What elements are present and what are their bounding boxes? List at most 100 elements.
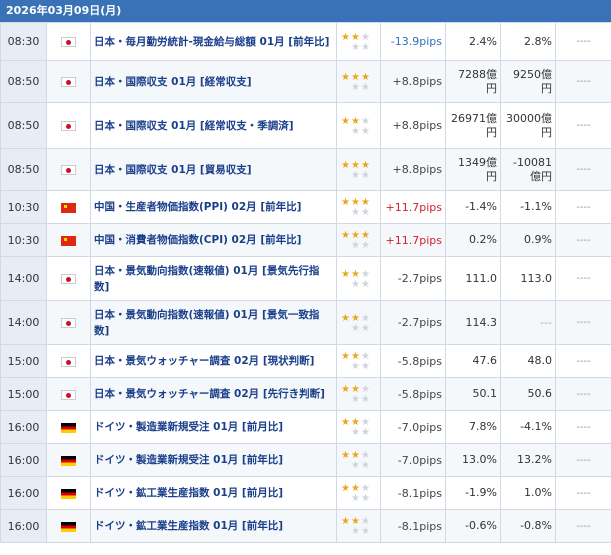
result-placeholder: ----	[555, 60, 611, 103]
actual-value: -1.9%	[445, 476, 501, 510]
country-flag-cell	[46, 22, 91, 61]
calendar-row[interactable]: 14:00 日本・景気動向指数(速報値) 01月 [景気一致指数] ★ ★ ★ ★ ★ -2.…	[0, 300, 611, 345]
event-name-link[interactable]: ドイツ・製造業新規受注 01月 [前月比]	[90, 410, 337, 444]
importance-stars: ★ ★ ★ ★ ★	[336, 102, 381, 149]
event-time: 15:00	[0, 377, 47, 411]
star-filled-icon: ★	[351, 159, 360, 171]
japan-flag-icon	[61, 356, 76, 367]
calendar-row[interactable]: 15:00 日本・景気ウォッチャー調査 02月 [現状判断] ★ ★ ★ ★ ★ -5.8pi…	[0, 344, 611, 378]
country-flag-cell	[46, 476, 91, 510]
event-time: 16:00	[0, 476, 47, 510]
star-filled-icon: ★	[341, 516, 350, 527]
star-filled-icon: ★	[341, 31, 350, 43]
event-name-link[interactable]: 日本・景気動向指数(速報値) 01月 [景気一致指数]	[90, 300, 337, 345]
star-filled-icon: ★	[351, 115, 360, 127]
country-flag-cell	[46, 509, 91, 543]
star-filled-icon: ★	[341, 417, 350, 428]
event-name-link[interactable]: 日本・景気ウォッチャー調査 02月 [現状判断]	[90, 344, 337, 378]
calendar-row[interactable]: 10:30 中国・消費者物価指数(CPI) 02月 [前年比] ★ ★ ★ ★ ★ +11.7…	[0, 223, 611, 257]
star-empty-icon: ★	[361, 312, 370, 324]
star-empty-icon: ★	[351, 427, 360, 438]
forecast-value: ---	[500, 300, 556, 345]
calendar-row[interactable]: 15:00 日本・景気ウォッチャー調査 02月 [先行き判断] ★ ★ ★ ★ ★ -5.8p…	[0, 377, 611, 411]
forecast-value: -0.8%	[500, 509, 556, 543]
star-empty-icon: ★	[351, 322, 360, 334]
calendar-row[interactable]: 14:00 日本・景気動向指数(速報値) 01月 [景気先行指数] ★ ★ ★ ★ ★ -2.…	[0, 256, 611, 301]
star-empty-icon: ★	[361, 394, 370, 405]
importance-stars: ★ ★ ★ ★ ★	[336, 344, 381, 378]
importance-stars: ★ ★ ★ ★ ★	[336, 443, 381, 477]
event-time: 16:00	[0, 410, 47, 444]
pips-move: -7.0pips	[380, 410, 446, 444]
event-name-link[interactable]: 日本・景気ウォッチャー調査 02月 [先行き判断]	[90, 377, 337, 411]
importance-stars: ★ ★ ★ ★ ★	[336, 256, 381, 301]
germany-flag-icon	[61, 488, 76, 499]
actual-value: 50.1	[445, 377, 501, 411]
forecast-value: 113.0	[500, 256, 556, 301]
star-empty-icon: ★	[351, 394, 360, 405]
country-flag-cell	[46, 223, 91, 257]
star-empty-icon: ★	[361, 115, 370, 127]
star-empty-icon: ★	[361, 41, 370, 53]
calendar-row[interactable]: 16:00 ドイツ・鉱工業生産指数 01月 [前年比] ★ ★ ★ ★ ★ -8.1pips -…	[0, 509, 611, 543]
event-name-link[interactable]: ドイツ・鉱工業生産指数 01月 [前月比]	[90, 476, 337, 510]
calendar-row[interactable]: 08:50 日本・国際収支 01月 [貿易収支] ★ ★ ★ ★ ★ +8.8pips 1349…	[0, 148, 611, 191]
star-empty-icon: ★	[361, 322, 370, 334]
country-flag-cell	[46, 148, 91, 191]
country-flag-cell	[46, 102, 91, 149]
event-name-link[interactable]: 中国・消費者物価指数(CPI) 02月 [前年比]	[90, 223, 337, 257]
star-empty-icon: ★	[351, 361, 360, 372]
forecast-value: 1.0%	[500, 476, 556, 510]
forecast-value: 2.8%	[500, 22, 556, 61]
forecast-value: -1.1%	[500, 190, 556, 224]
event-name-link[interactable]: 中国・生産者物価指数(PPI) 02月 [前年比]	[90, 190, 337, 224]
japan-flag-icon	[61, 389, 76, 400]
calendar-row[interactable]: 16:00 ドイツ・製造業新規受注 01月 [前月比] ★ ★ ★ ★ ★ -7.0pips 7…	[0, 410, 611, 444]
star-empty-icon: ★	[361, 460, 370, 471]
pips-move: -13.9pips	[380, 22, 446, 61]
star-empty-icon: ★	[361, 81, 370, 93]
importance-stars: ★ ★ ★ ★ ★	[336, 300, 381, 345]
forecast-value: 30000億円	[500, 102, 556, 149]
star-empty-icon: ★	[361, 361, 370, 372]
actual-value: 2.4%	[445, 22, 501, 61]
importance-stars: ★ ★ ★ ★ ★	[336, 476, 381, 510]
calendar-row[interactable]: 10:30 中国・生産者物価指数(PPI) 02月 [前年比] ★ ★ ★ ★ ★ +11.7…	[0, 190, 611, 224]
event-name-link[interactable]: ドイツ・鉱工業生産指数 01月 [前年比]	[90, 509, 337, 543]
importance-stars: ★ ★ ★ ★ ★	[336, 410, 381, 444]
event-name-link[interactable]: 日本・国際収支 01月 [経常収支]	[90, 60, 337, 103]
event-name-link[interactable]: 日本・国際収支 01月 [貿易収支]	[90, 148, 337, 191]
star-empty-icon: ★	[351, 278, 360, 290]
importance-stars: ★ ★ ★ ★ ★	[336, 22, 381, 61]
japan-flag-icon	[61, 121, 76, 131]
result-placeholder: ----	[555, 190, 611, 224]
calendar-row[interactable]: 08:50 日本・国際収支 01月 [経常収支・季調済] ★ ★ ★ ★ ★ +8.8pips…	[0, 102, 611, 149]
pips-move: +8.8pips	[380, 60, 446, 103]
calendar-row[interactable]: 08:50 日本・国際収支 01月 [経常収支] ★ ★ ★ ★ ★ +8.8pips 7288…	[0, 60, 611, 103]
star-empty-icon: ★	[351, 526, 360, 537]
actual-value: 47.6	[445, 344, 501, 378]
star-empty-icon: ★	[351, 493, 360, 504]
japan-flag-icon	[61, 77, 76, 87]
star-empty-icon: ★	[351, 81, 360, 93]
event-name-link[interactable]: 日本・毎月勤労統計-現金給与総額 01月 [前年比]	[90, 22, 337, 61]
star-empty-icon: ★	[361, 240, 370, 251]
star-filled-icon: ★	[341, 450, 350, 461]
event-name-link[interactable]: 日本・国際収支 01月 [経常収支・季調済]	[90, 102, 337, 149]
result-placeholder: ----	[555, 443, 611, 477]
event-name-link[interactable]: 日本・景気動向指数(速報値) 01月 [景気先行指数]	[90, 256, 337, 301]
forecast-value: 9250億円	[500, 60, 556, 103]
event-time: 08:50	[0, 102, 47, 149]
star-filled-icon: ★	[341, 351, 350, 362]
event-name-link[interactable]: ドイツ・製造業新規受注 01月 [前年比]	[90, 443, 337, 477]
star-empty-icon: ★	[351, 207, 360, 218]
forecast-value: 13.2%	[500, 443, 556, 477]
actual-value: -1.4%	[445, 190, 501, 224]
star-filled-icon: ★	[341, 115, 350, 127]
calendar-row[interactable]: 16:00 ドイツ・製造業新規受注 01月 [前年比] ★ ★ ★ ★ ★ -7.0pips 1…	[0, 443, 611, 477]
calendar-row[interactable]: 16:00 ドイツ・鉱工業生産指数 01月 [前月比] ★ ★ ★ ★ ★ -8.1pips -…	[0, 476, 611, 510]
country-flag-cell	[46, 60, 91, 103]
calendar-row[interactable]: 08:30 日本・毎月勤労統計-現金給与総額 01月 [前年比] ★ ★ ★ ★ ★ -13.…	[0, 22, 611, 61]
pips-move: -2.7pips	[380, 256, 446, 301]
star-empty-icon: ★	[361, 268, 370, 280]
